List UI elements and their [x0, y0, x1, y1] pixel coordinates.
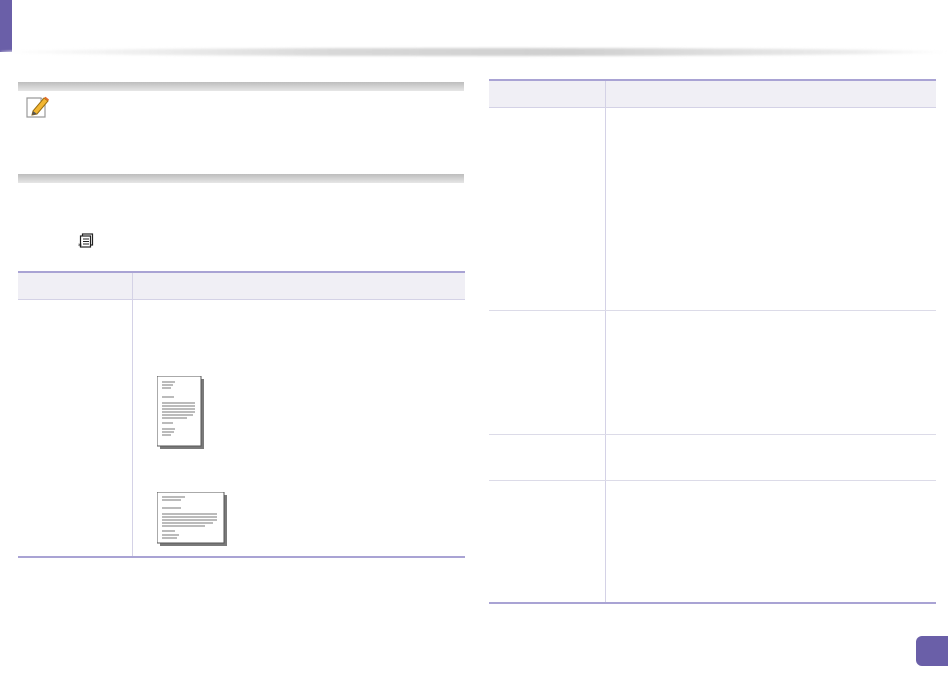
note-box — [18, 82, 464, 183]
left-table-header-row — [18, 272, 465, 300]
note-top-bar — [18, 82, 464, 91]
page-number-badge — [916, 636, 948, 666]
table-row — [18, 299, 465, 557]
portrait-document-icon — [156, 375, 205, 450]
svg-text:*: * — [78, 242, 82, 249]
table-row — [489, 480, 936, 604]
left-header-cell-2 — [132, 272, 465, 300]
table-row — [489, 434, 936, 481]
right-row4-cell-2 — [605, 481, 936, 604]
note-pencil-icon — [24, 94, 50, 120]
right-row4-cell-1 — [489, 480, 606, 603]
note-bottom-bar — [18, 174, 464, 183]
right-row3-cell-2 — [605, 434, 936, 481]
menu-icon: * — [78, 233, 94, 251]
right-header-cell-2 — [605, 80, 936, 108]
right-table-header-row — [489, 80, 936, 108]
right-row1-cell-2 — [605, 107, 936, 311]
chapter-side-tab — [0, 0, 12, 52]
right-options-table — [489, 79, 936, 604]
right-row3-cell-1 — [489, 434, 606, 481]
header-divider — [0, 48, 950, 56]
right-row2-cell-2 — [605, 310, 936, 435]
table-row — [489, 310, 936, 435]
left-header-cell-1 — [18, 272, 133, 300]
left-options-table — [18, 271, 465, 558]
right-header-cell-1 — [489, 80, 606, 108]
left-row-cell-1 — [18, 299, 133, 557]
landscape-document-icon — [156, 491, 227, 546]
right-row2-cell-1 — [489, 310, 606, 435]
table-row — [489, 107, 936, 311]
right-row1-cell-1 — [489, 107, 606, 311]
